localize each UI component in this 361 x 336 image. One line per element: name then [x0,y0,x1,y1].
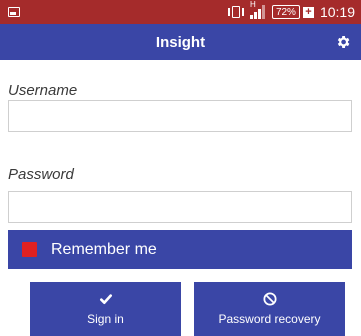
battery-level: 72% [271,5,300,19]
password-recovery-label: Password recovery [218,312,321,326]
remember-me-checkbox[interactable] [22,242,37,257]
status-time: 10:19 [319,4,355,20]
signal-network-label: H [249,0,256,9]
password-recovery-button[interactable]: Password recovery [194,282,345,336]
username-input[interactable] [8,100,352,132]
username-label: Username [8,82,78,99]
app-bar: Insight [0,24,361,60]
remember-me-label: Remember me [51,240,157,258]
status-bar: H 72% + 10:19 [0,0,361,24]
charging-plus-icon: + [302,6,314,18]
gear-icon [337,36,350,48]
picture-notification-icon [8,7,20,17]
password-label: Password [8,166,74,183]
block-icon [262,292,277,306]
battery-indicator: 72% + [271,5,314,19]
remember-me-row[interactable]: Remember me [8,230,352,269]
sign-in-button[interactable]: Sign in [30,282,181,336]
vibrate-icon [227,5,244,19]
password-input[interactable] [8,191,352,223]
settings-button[interactable] [329,28,357,56]
app-title: Insight [155,33,206,51]
signal-icon: H [249,0,266,19]
checkmark-icon [99,294,112,304]
sign-in-label: Sign in [87,312,124,326]
